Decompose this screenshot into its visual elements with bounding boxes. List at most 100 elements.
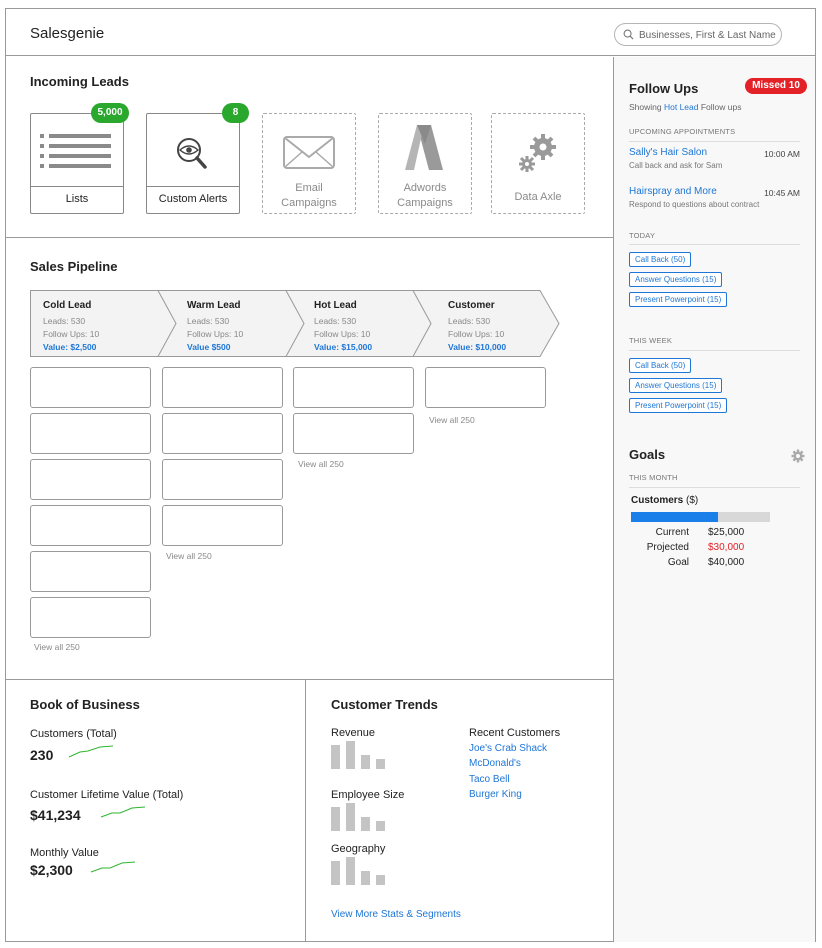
- mini-bar: [331, 745, 340, 769]
- mini-bar: [361, 755, 370, 769]
- goal-row-label: Goal: [667, 557, 689, 568]
- metric-label: Monthly Value: [30, 847, 99, 859]
- geography-mini-chart: [331, 857, 387, 885]
- today-label: TODAY: [629, 231, 656, 240]
- view-all-link[interactable]: View all 250: [298, 459, 344, 469]
- lead-card[interactable]: [30, 413, 151, 454]
- upcoming-appointments-label: UPCOMING APPOINTMENTS: [629, 127, 736, 136]
- showing-filter-text: Showing Hot Lead Follow ups: [629, 102, 742, 112]
- mini-bar: [361, 817, 370, 831]
- task-pill[interactable]: Call Back (50): [629, 252, 692, 267]
- follow-ups-title: Follow Ups: [629, 81, 699, 96]
- envelope-icon: [283, 136, 335, 169]
- mini-bar: [346, 857, 355, 885]
- divider: [629, 350, 800, 351]
- search-input[interactable]: [639, 27, 777, 43]
- stage-leads: Leads: 530: [43, 316, 86, 326]
- view-all-link[interactable]: View all 250: [166, 551, 212, 561]
- lead-card[interactable]: [162, 505, 283, 546]
- lead-card[interactable]: [293, 367, 414, 408]
- lead-card[interactable]: [30, 459, 151, 500]
- stage-value: Value $500: [187, 342, 231, 352]
- incoming-leads-panel: Incoming Leads Lists 5,000 Custom Alerts…: [6, 57, 613, 238]
- stage-name: Cold Lead: [43, 300, 92, 311]
- stage-value: Value: $15,000: [314, 342, 373, 352]
- goals-title: Goals: [629, 447, 666, 462]
- goal-row-value: $40,000: [708, 557, 745, 568]
- metric-label: Customers (Total): [30, 728, 117, 740]
- goal-progress-bar: [631, 512, 770, 522]
- book-of-business-title: Book of Business: [30, 697, 140, 712]
- divider: [629, 487, 800, 488]
- appointment-link[interactable]: Hairspray and More: [629, 186, 717, 197]
- sparkline-icon: [90, 861, 136, 873]
- lead-card[interactable]: [425, 367, 546, 408]
- gear-icon[interactable]: [791, 449, 805, 463]
- recent-customer-link[interactable]: Joe's Crab Shack: [469, 743, 547, 754]
- top-header: Salesgenie: [6, 9, 815, 56]
- goal-row-label: Current: [655, 527, 689, 538]
- stage-name: Warm Lead: [187, 300, 241, 311]
- tile-label-line1: Adwords: [403, 182, 447, 194]
- view-all-link[interactable]: View all 250: [34, 642, 80, 652]
- trend-label: Revenue: [331, 727, 376, 739]
- recent-customer-link[interactable]: Taco Bell: [469, 774, 510, 785]
- tile-custom-alerts[interactable]: Custom Alerts: [146, 113, 240, 214]
- task-pill[interactable]: Present Powerpoint (15): [629, 292, 728, 307]
- recent-customer-link[interactable]: Burger King: [469, 789, 522, 800]
- search-box[interactable]: [614, 23, 782, 46]
- tile-data-axle[interactable]: Data Axle: [491, 113, 585, 214]
- lead-card[interactable]: [162, 413, 283, 454]
- stage-value: Value: $2,500: [43, 342, 97, 352]
- recent-customer-link[interactable]: McDonald's: [469, 758, 521, 769]
- view-more-stats-link[interactable]: View More Stats & Segments: [331, 909, 461, 920]
- stage-name: Customer: [448, 300, 495, 311]
- lead-card[interactable]: [30, 505, 151, 546]
- appointment-time: 10:45 AM: [764, 188, 800, 198]
- stage-value: Value: $10,000: [448, 342, 507, 352]
- appointment-time: 10:00 AM: [764, 149, 800, 159]
- task-pill[interactable]: Answer Questions (15): [629, 272, 723, 287]
- mini-bar: [331, 861, 340, 885]
- stage-name: Hot Lead: [314, 300, 357, 311]
- lead-card[interactable]: [293, 413, 414, 454]
- gears-icon: [519, 134, 556, 172]
- task-pill[interactable]: Present Powerpoint (15): [629, 398, 728, 413]
- tile-label-line2: Campaigns: [281, 197, 337, 209]
- tile-lists[interactable]: Lists: [30, 113, 124, 214]
- mini-bar: [346, 803, 355, 831]
- task-pill[interactable]: Answer Questions (15): [629, 378, 723, 393]
- sales-pipeline-panel: Sales Pipeline Cold Lead Leads: 530 Foll…: [6, 238, 613, 680]
- sparkline-icon: [100, 806, 146, 818]
- divider: [629, 141, 800, 142]
- mini-bar: [376, 759, 385, 769]
- mini-bar: [376, 821, 385, 831]
- metric-value: 230: [30, 747, 54, 763]
- tile-email-campaigns[interactable]: Email Campaigns: [262, 113, 356, 214]
- divider: [629, 244, 800, 245]
- hot-lead-filter-link[interactable]: Hot Lead: [664, 102, 699, 112]
- missed-badge[interactable]: Missed 10: [745, 78, 807, 94]
- revenue-mini-chart: [331, 741, 387, 769]
- eye-magnifier-icon: [177, 138, 207, 169]
- tile-label: Data Axle: [514, 191, 562, 203]
- sales-pipeline-title: Sales Pipeline: [30, 259, 118, 274]
- appointment-link[interactable]: Sally's Hair Salon: [629, 147, 707, 158]
- lead-card[interactable]: [162, 367, 283, 408]
- metric-value: $41,234: [30, 807, 81, 823]
- recent-customers-title: Recent Customers: [469, 727, 561, 739]
- pipeline-stages: Cold Lead Leads: 530 Follow Ups: 10 Valu…: [30, 290, 570, 358]
- lists-count-badge: 5,000: [91, 103, 129, 123]
- lead-card[interactable]: [30, 551, 151, 592]
- lead-card[interactable]: [30, 597, 151, 638]
- task-pill[interactable]: Call Back (50): [629, 358, 692, 373]
- lead-card[interactable]: [162, 459, 283, 500]
- goal-progress-fill: [631, 512, 718, 522]
- lead-card[interactable]: [30, 367, 151, 408]
- appointment-note: Call back and ask for Sam: [629, 161, 723, 170]
- metric-label: Customer Lifetime Value (Total): [30, 789, 184, 801]
- view-all-link[interactable]: View all 250: [429, 415, 475, 425]
- adwords-icon: [405, 125, 443, 170]
- tile-adwords-campaigns[interactable]: Adwords Campaigns: [378, 113, 472, 214]
- app-frame: Salesgenie Incoming Leads: [5, 8, 816, 942]
